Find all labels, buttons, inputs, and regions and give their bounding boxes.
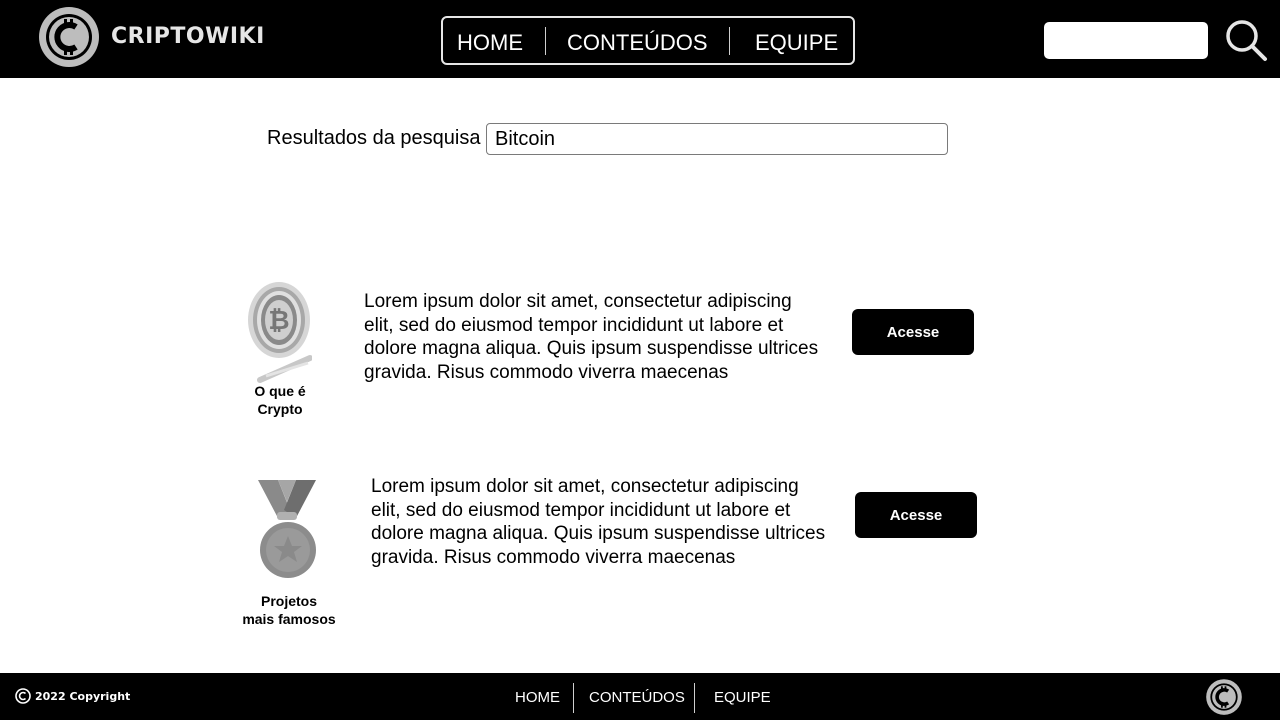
nav-divider: [545, 27, 546, 55]
caption-line: mais famosos: [242, 611, 336, 627]
search-results-input[interactable]: [486, 123, 948, 155]
main-nav: HOME CONTEÚDOS EQUIPE: [441, 16, 855, 65]
footer-nav-home[interactable]: HOME: [515, 689, 560, 706]
nav-home[interactable]: HOME: [457, 30, 523, 56]
acesse-button[interactable]: Acesse: [855, 492, 977, 538]
caption-line: O que é: [254, 383, 306, 399]
header-search-input[interactable]: [1044, 22, 1208, 59]
result-caption: O que é Crypto: [230, 382, 330, 418]
result-description: Lorem ipsum dolor sit amet, consectetur …: [371, 476, 826, 568]
copyright: 2022 Copyright: [15, 688, 130, 704]
footer-nav-divider: [694, 683, 695, 713]
footer-nav-conteudos[interactable]: CONTEÚDOS: [589, 689, 685, 706]
footer-logo-coin-icon[interactable]: [1205, 678, 1243, 716]
footer: 2022 Copyright HOME CONTEÚDOS EQUIPE: [0, 673, 1280, 720]
result-caption: Projetos mais famosos: [230, 592, 348, 628]
svg-text:₿: ₿: [268, 306, 289, 336]
footer-nav-equipe[interactable]: EQUIPE: [714, 689, 771, 706]
result-description: Lorem ipsum dolor sit amet, consectetur …: [364, 291, 819, 383]
nav-conteudos[interactable]: CONTEÚDOS: [567, 30, 708, 56]
caption-line: Crypto: [257, 401, 303, 417]
copyright-text: 2022 Copyright: [35, 689, 131, 703]
brand-name[interactable]: CRIPTOWIKI: [111, 24, 265, 49]
bitcoin-coin-icon: ₿: [248, 282, 312, 383]
nav-divider: [729, 27, 730, 55]
footer-nav-divider: [573, 683, 574, 713]
medal-icon: [258, 480, 316, 578]
acesse-button[interactable]: Acesse: [852, 309, 974, 355]
caption-line: Projetos: [260, 593, 317, 609]
logo-coin-icon[interactable]: [37, 5, 101, 69]
search-icon[interactable]: [1224, 18, 1268, 62]
copyright-icon: [15, 688, 31, 704]
header: CRIPTOWIKI HOME CONTEÚDOS EQUIPE: [0, 0, 1280, 78]
nav-equipe[interactable]: EQUIPE: [755, 30, 838, 56]
search-results-label: Resultados da pesquisa: [267, 127, 481, 149]
